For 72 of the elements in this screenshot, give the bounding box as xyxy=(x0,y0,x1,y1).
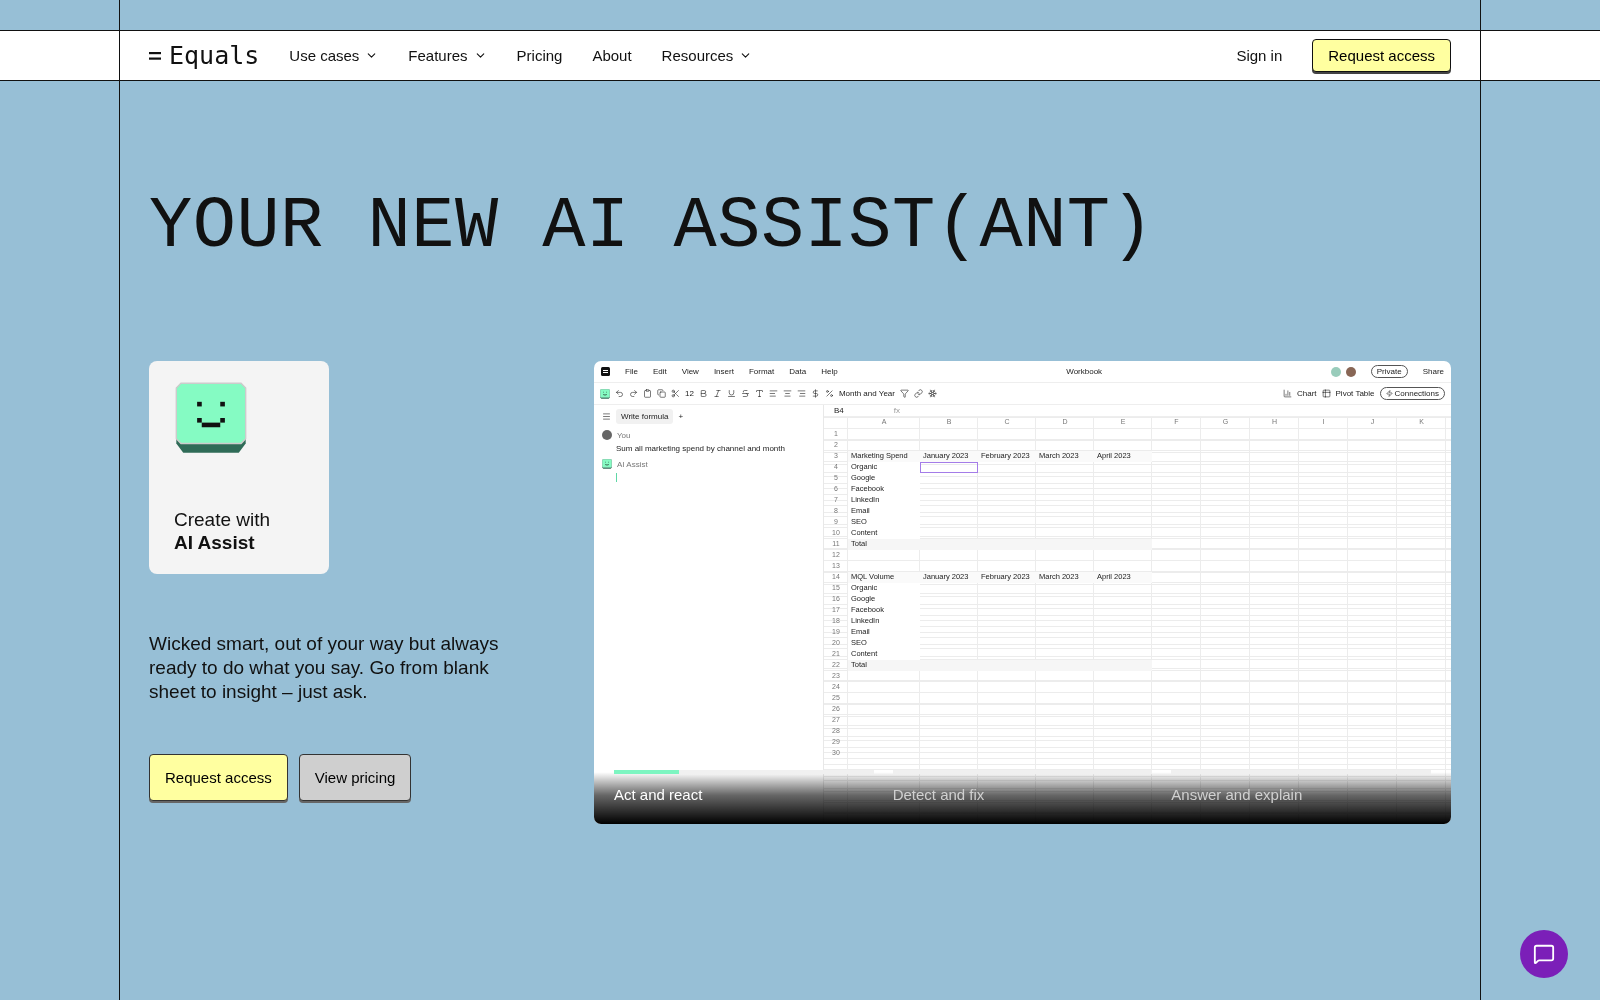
formula-label: fx xyxy=(893,406,901,415)
strikethrough-icon[interactable] xyxy=(740,389,750,398)
feature-card[interactable]: Create with AI Assist xyxy=(149,361,329,574)
link-icon[interactable] xyxy=(913,389,923,398)
chart-button[interactable]: Chart xyxy=(1296,389,1317,398)
share-button[interactable]: Share xyxy=(1422,367,1444,376)
smiley-icon xyxy=(174,381,248,455)
nav-link[interactable]: About xyxy=(592,47,632,64)
sign-in-link[interactable]: Sign in xyxy=(1236,47,1283,64)
app-logo-icon xyxy=(601,367,610,376)
workbook-title: Workbook xyxy=(1066,367,1103,376)
menu-item[interactable]: Edit xyxy=(652,367,667,376)
avatar xyxy=(1345,366,1356,377)
request-access-button[interactable]: Request access xyxy=(149,754,288,801)
text-cursor xyxy=(616,473,617,482)
add-tab-button[interactable]: + xyxy=(678,412,684,421)
align-center-icon[interactable] xyxy=(782,389,792,398)
number-format-select[interactable]: Month and Year xyxy=(838,389,895,398)
align-right-icon[interactable] xyxy=(796,389,806,398)
logo-text: Equals xyxy=(169,41,260,70)
clipboard-icon[interactable] xyxy=(643,389,652,398)
slide-label[interactable]: Detect and fix xyxy=(892,786,1153,803)
message-author: AI Assist xyxy=(617,459,648,469)
headline: YOUR NEW AI ASSIST(ANT) xyxy=(149,185,1156,269)
bold-icon[interactable] xyxy=(698,389,708,398)
avatar xyxy=(1330,366,1341,377)
menu-item[interactable]: View xyxy=(681,367,699,376)
request-access-button[interactable]: Request access xyxy=(1312,39,1451,72)
menu-item[interactable]: Data xyxy=(789,367,807,376)
equals-logo[interactable]: Equals xyxy=(149,41,260,70)
bolt-icon xyxy=(1385,390,1393,397)
italic-icon[interactable] xyxy=(712,389,722,398)
undo-icon[interactable] xyxy=(615,389,624,398)
underline-icon[interactable] xyxy=(726,389,736,398)
chart-icon[interactable] xyxy=(1282,389,1292,398)
equals-icon xyxy=(149,50,161,61)
filter-icon[interactable] xyxy=(899,389,909,398)
align-left-icon[interactable] xyxy=(768,389,778,398)
percent-icon[interactable] xyxy=(824,389,834,398)
message-author: You xyxy=(617,430,631,440)
dollar-icon[interactable] xyxy=(810,389,820,398)
menu-item[interactable]: Insert xyxy=(713,367,734,376)
snowflake-icon[interactable] xyxy=(927,389,937,398)
smiley-icon xyxy=(602,459,612,469)
scissors-icon[interactable] xyxy=(671,389,680,398)
pivot-table-button[interactable]: Pivot Table xyxy=(1335,389,1375,398)
avatar xyxy=(602,430,612,440)
menu-item[interactable]: File xyxy=(625,367,638,376)
cell-reference: B4 xyxy=(834,406,844,415)
slide-label[interactable]: Answer and explain xyxy=(1171,786,1431,803)
nav-link[interactable]: Features xyxy=(408,47,487,64)
copy-icon[interactable] xyxy=(657,389,666,398)
menu-item[interactable]: Format xyxy=(748,367,775,376)
card-title: Create with xyxy=(174,508,272,531)
description: Wicked smart, out of your way but always ready to do what you say. Go from blank sheet to insight – just ask. xyxy=(149,632,500,704)
slide-label[interactable]: Act and react xyxy=(614,786,874,803)
view-pricing-button[interactable]: View pricing xyxy=(298,754,412,801)
font-size-select[interactable]: 12 xyxy=(685,389,694,398)
redo-icon[interactable] xyxy=(629,389,638,398)
card-subtitle: AI Assist xyxy=(174,531,256,554)
text-icon[interactable] xyxy=(754,389,764,398)
nav-link[interactable]: Pricing xyxy=(516,47,563,64)
nav-link[interactable]: Resources xyxy=(661,47,753,64)
menu-item[interactable]: Help xyxy=(821,367,838,376)
chat-icon xyxy=(1533,943,1555,965)
panel-tab[interactable]: Write formula xyxy=(616,409,674,424)
message-text: Sum all marketing spend by channel and month xyxy=(616,444,786,453)
smiley-icon xyxy=(600,388,610,399)
chat-button[interactable] xyxy=(1520,930,1568,978)
nav-link[interactable]: Use cases xyxy=(289,47,379,64)
menu-icon[interactable] xyxy=(602,412,611,421)
table-icon[interactable] xyxy=(1321,389,1331,398)
